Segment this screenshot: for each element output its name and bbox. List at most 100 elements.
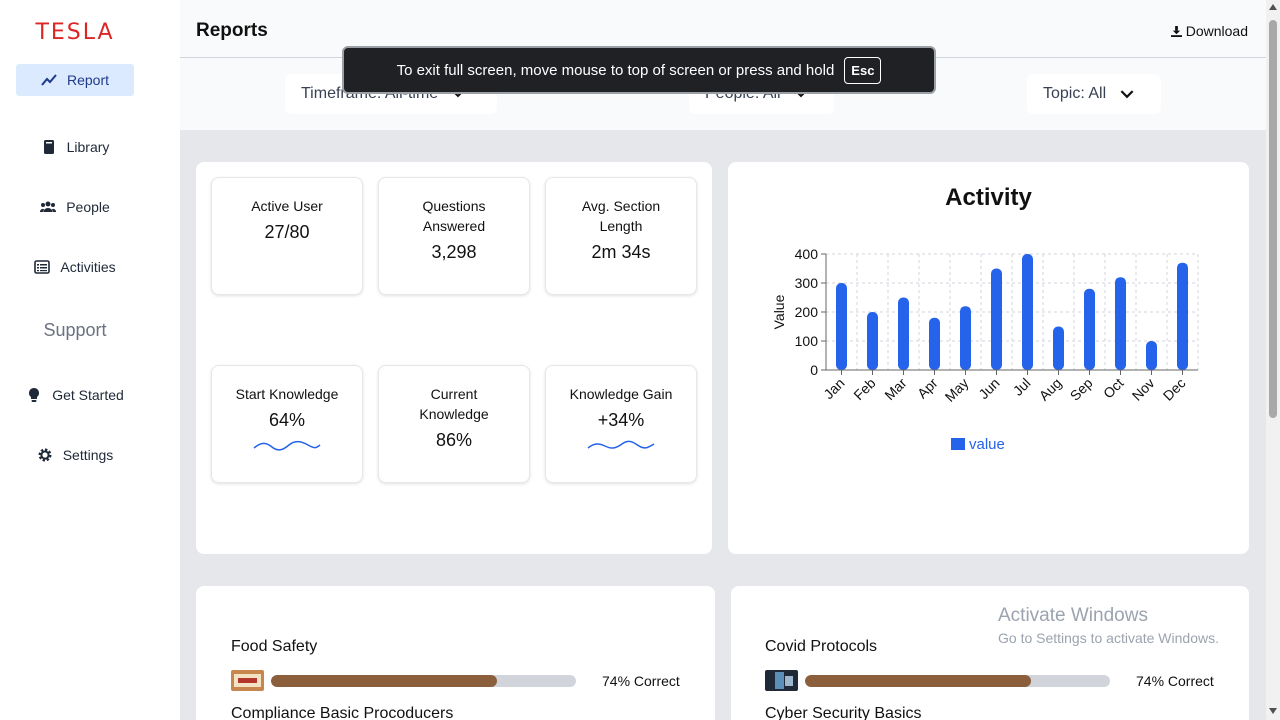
topic-filter[interactable]: Topic: All bbox=[1027, 74, 1161, 114]
sidebar-item-label: Report bbox=[66, 72, 110, 88]
y-tick-label: 0 bbox=[810, 362, 818, 378]
legend-label[interactable]: value bbox=[969, 436, 1005, 453]
sidebar-item-label: Get Started bbox=[52, 387, 124, 403]
x-tick-label: Mar bbox=[881, 375, 910, 404]
chevron-down-icon bbox=[1120, 89, 1134, 98]
sidebar-item-activities[interactable]: Activities bbox=[16, 251, 134, 283]
x-tick-label: Jul bbox=[1010, 375, 1034, 399]
bar-may[interactable] bbox=[960, 306, 971, 370]
fullscreen-notice: To exit full screen, move mouse to top o… bbox=[342, 46, 936, 94]
stat-card-start-knowledge: Start Knowledge 64% bbox=[211, 365, 363, 483]
course-title: Food Safety bbox=[231, 638, 318, 655]
sidebar-item-label: Settings bbox=[62, 447, 114, 463]
trend-line-icon bbox=[41, 74, 57, 86]
download-label: Download bbox=[1185, 23, 1248, 39]
stat-card-current-knowledge: Current Knowledge 86% bbox=[378, 365, 530, 483]
bar-oct[interactable] bbox=[1115, 277, 1126, 370]
stat-value: 2m 34s bbox=[591, 242, 651, 262]
stat-card-avg-section-length: Avg. Section Length 2m 34s bbox=[545, 177, 697, 295]
sidebar-item-settings[interactable]: Settings bbox=[16, 439, 134, 471]
stat-value: 64% bbox=[268, 410, 306, 430]
y-tick-label: 200 bbox=[795, 304, 819, 320]
stat-value: +34% bbox=[597, 410, 645, 430]
x-tick-label: Aug bbox=[1036, 375, 1065, 404]
list-icon bbox=[34, 260, 51, 274]
bar-jan[interactable] bbox=[836, 283, 847, 370]
bar-mar[interactable] bbox=[898, 297, 909, 371]
course-item[interactable]: Food Safety 74% Correct Compliance Basic… bbox=[231, 638, 680, 720]
progress-bar bbox=[805, 674, 1110, 687]
book-icon bbox=[43, 140, 54, 154]
scrollbar-thumb[interactable] bbox=[1269, 20, 1277, 418]
sidebar-item-report[interactable]: Report bbox=[16, 64, 134, 96]
x-tick-label: Feb bbox=[850, 375, 879, 404]
bar-dec[interactable] bbox=[1177, 262, 1188, 370]
sidebar-item-people[interactable]: People bbox=[16, 191, 134, 223]
esc-key-badge: Esc bbox=[844, 56, 882, 84]
legend-swatch bbox=[951, 438, 965, 450]
stat-label: Current Knowledge bbox=[419, 386, 489, 422]
bar-sep[interactable] bbox=[1084, 288, 1095, 370]
percent-correct: 74% Correct bbox=[602, 672, 680, 689]
brand-logo[interactable]: TESLA bbox=[0, 20, 150, 45]
sidebar-item-label: Activities bbox=[60, 259, 116, 275]
activity-panel: Activity 0 100 200 300 400 Jan Feb Mar Apr May Jun… bbox=[728, 162, 1249, 554]
watermark-title: Activate Windows bbox=[998, 605, 1148, 626]
bar-jun[interactable] bbox=[991, 268, 1002, 371]
sidebar-item-label: Library bbox=[66, 139, 110, 155]
watermark-subtitle: Go to Settings to activate Windows. bbox=[998, 630, 1219, 646]
bar-jul[interactable] bbox=[1022, 254, 1033, 370]
x-tick-label: Dec bbox=[1160, 375, 1189, 404]
y-tick-label: 100 bbox=[795, 333, 819, 349]
stat-label: Knowledge Gain bbox=[569, 386, 673, 402]
y-tick-label: 300 bbox=[795, 275, 819, 291]
progress-fill bbox=[805, 674, 1031, 687]
course-panel-food-safety: Food Safety 74% Correct Compliance Basic… bbox=[196, 586, 715, 720]
lightbulb-icon bbox=[29, 388, 40, 402]
x-tick-label: Jan bbox=[820, 375, 847, 402]
bar-apr[interactable] bbox=[929, 317, 940, 370]
bar-feb[interactable] bbox=[867, 312, 878, 370]
scroll-down-arrow-icon[interactable] bbox=[1269, 708, 1277, 714]
bar-nov[interactable] bbox=[1146, 341, 1157, 370]
download-icon bbox=[1170, 25, 1182, 37]
gear-icon bbox=[38, 448, 52, 462]
course-item[interactable]: Covid Protocols 74% Correct Cyber Securi… bbox=[765, 638, 1214, 720]
stat-card-active-user: Active User 27/80 bbox=[211, 177, 363, 295]
sidebar-item-label: People bbox=[66, 199, 110, 215]
stat-label: Active User bbox=[251, 198, 323, 214]
course-subtitle: Compliance Basic Procoducers bbox=[231, 705, 454, 720]
progress-bar bbox=[271, 674, 576, 687]
stat-value: 86% bbox=[435, 430, 473, 450]
sidebar-item-get-started[interactable]: Get Started bbox=[16, 379, 134, 411]
x-tick-label: Sep bbox=[1067, 375, 1096, 404]
course-subtitle: Cyber Security Basics bbox=[765, 705, 922, 720]
x-tick-label: Apr bbox=[914, 375, 941, 402]
sparkline bbox=[587, 440, 655, 449]
activity-chart: 0 100 200 300 400 Jan Feb Mar Apr May Jun Jul Aug Sep… bbox=[771, 246, 1199, 453]
scrollbar[interactable] bbox=[1266, 0, 1280, 720]
scroll-up-arrow-icon[interactable] bbox=[1269, 4, 1277, 10]
stat-card-knowledge-gain: Knowledge Gain +34% bbox=[545, 365, 697, 483]
users-icon bbox=[40, 201, 57, 212]
sidebar: TESLA Report Library People Activities S… bbox=[0, 0, 180, 720]
sidebar-item-library[interactable]: Library bbox=[16, 131, 134, 163]
progress-fill bbox=[271, 674, 497, 687]
x-tick-label: May bbox=[942, 375, 972, 405]
bar-aug[interactable] bbox=[1053, 326, 1064, 371]
stat-label: Avg. Section Length bbox=[581, 198, 661, 234]
course-thumbnail bbox=[765, 670, 798, 691]
percent-correct: 74% Correct bbox=[1136, 672, 1214, 689]
stat-value: 27/80 bbox=[264, 222, 310, 242]
y-axis-label: Value bbox=[771, 294, 787, 329]
windows-activation-watermark: Activate Windows Go to Settings to activ… bbox=[998, 605, 1219, 646]
x-tick-label: Jun bbox=[975, 375, 1002, 402]
support-section-label: Support bbox=[43, 320, 107, 340]
stat-label: Start Knowledge bbox=[235, 386, 339, 402]
sparkline bbox=[253, 440, 321, 451]
stat-value: 3,298 bbox=[431, 242, 477, 262]
x-tick-label: Nov bbox=[1129, 375, 1158, 404]
stat-label: Questions Answered bbox=[422, 198, 486, 234]
stats-panel: Active User 27/80 Questions Answered 3,2… bbox=[196, 162, 712, 554]
download-button[interactable]: Download bbox=[1170, 23, 1248, 39]
